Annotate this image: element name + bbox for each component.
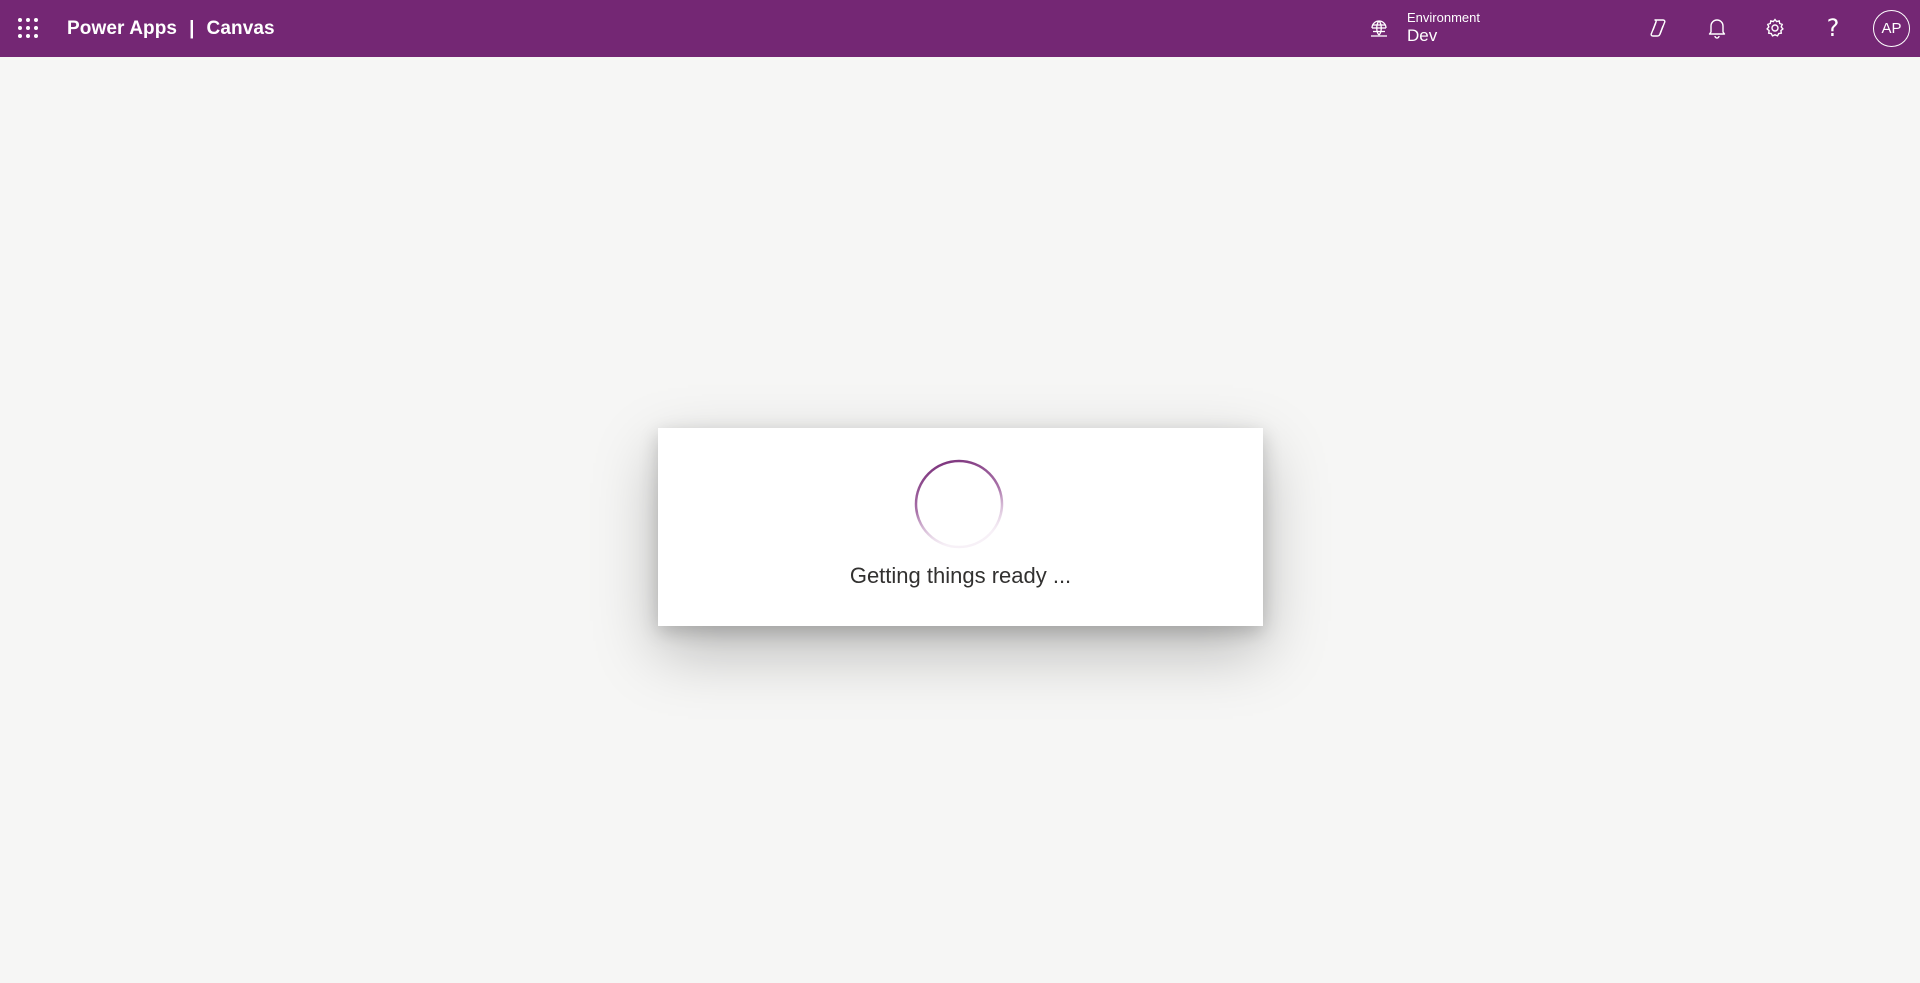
- environment-label: Environment: [1407, 10, 1480, 26]
- help-icon[interactable]: ?: [1813, 8, 1853, 48]
- loading-message: Getting things ready ...: [849, 563, 1072, 588]
- app-title[interactable]: Power Apps | Canvas: [67, 0, 275, 57]
- top-navigation-bar: Power Apps | Canvas Environment Dev ? AP: [0, 0, 1920, 57]
- bell-icon[interactable]: [1697, 8, 1737, 48]
- environment-picker[interactable]: Environment Dev: [1365, 0, 1480, 57]
- user-avatar[interactable]: AP: [1873, 10, 1910, 47]
- loading-spinner: [914, 459, 1004, 549]
- help-glyph: ?: [1826, 14, 1840, 42]
- loading-dialog: Getting things ready ...: [658, 428, 1263, 626]
- section-name: Canvas: [206, 17, 275, 39]
- title-separator: |: [189, 17, 195, 39]
- app-name: Power Apps: [67, 17, 178, 39]
- app-launcher-icon[interactable]: [8, 8, 48, 48]
- avatar-initials: AP: [1881, 20, 1902, 37]
- environment-value: Dev: [1407, 26, 1438, 46]
- environment-globe-icon: [1365, 15, 1393, 43]
- gear-icon[interactable]: [1755, 8, 1795, 48]
- copilot-icon[interactable]: [1638, 8, 1678, 48]
